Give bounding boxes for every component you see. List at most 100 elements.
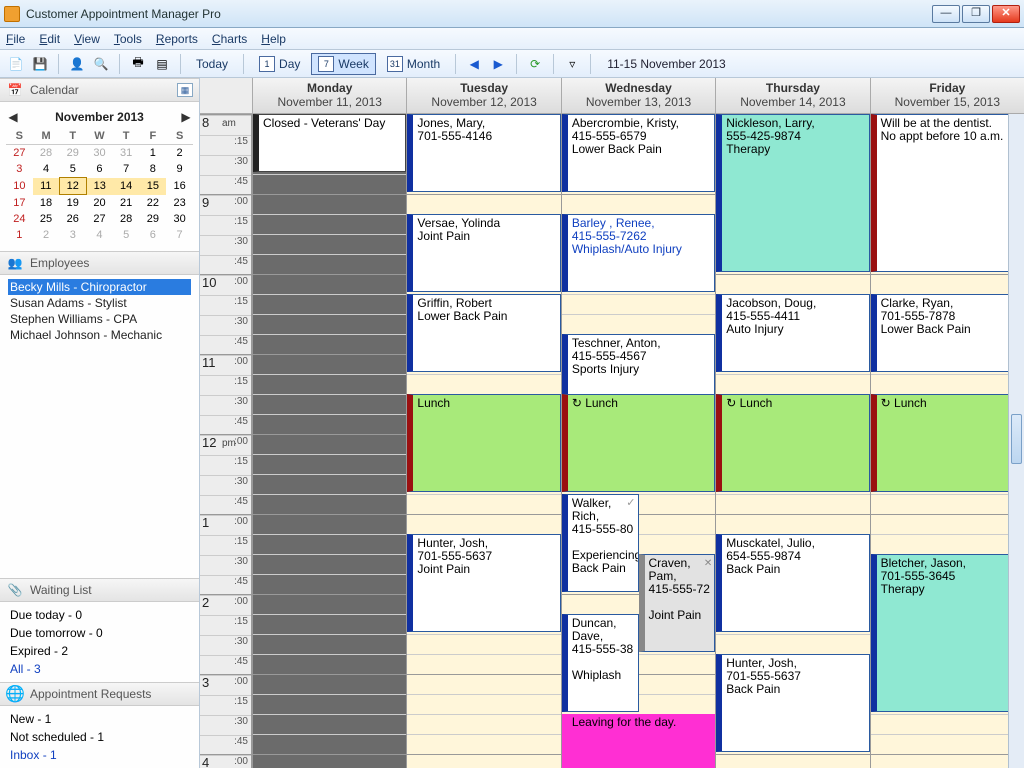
calendar-day[interactable]: 5: [113, 227, 140, 243]
calendar-day[interactable]: 1: [6, 227, 33, 243]
appointment[interactable]: Closed - Veterans' Day: [253, 114, 406, 172]
day-view-button[interactable]: 1Day: [252, 53, 307, 75]
appointment[interactable]: Craven, Pam,415-555-72Joint Pain✕: [639, 554, 716, 652]
minimize-button[interactable]: —: [932, 5, 960, 23]
vertical-scrollbar[interactable]: [1008, 114, 1024, 768]
appointment[interactable]: Abercrombie, Kristy,415-555-6579Lower Ba…: [562, 114, 715, 192]
calendar-day[interactable]: 13: [86, 178, 113, 195]
employee-item[interactable]: Stephen Williams - CPA: [8, 311, 191, 327]
calendar-day[interactable]: 8: [140, 161, 167, 178]
waiting-all[interactable]: All - 3: [10, 660, 189, 678]
appointment[interactable]: Jones, Mary,701-555-4146: [407, 114, 560, 192]
calendar-day[interactable]: 30: [166, 211, 193, 227]
save-icon[interactable]: 💾: [30, 54, 50, 74]
waiting-due-today[interactable]: Due today - 0: [10, 606, 189, 624]
new-appointment-icon[interactable]: 📄: [6, 54, 26, 74]
calendar-day[interactable]: 6: [140, 227, 167, 243]
calendar-day[interactable]: 5: [59, 161, 86, 178]
calendar-day[interactable]: 16: [166, 178, 193, 195]
employee-item[interactable]: Susan Adams - Stylist: [8, 295, 191, 311]
day-header-mon[interactable]: MondayNovember 11, 2013: [252, 78, 406, 113]
close-icon[interactable]: ✕: [704, 557, 712, 570]
appointment[interactable]: ↻ Lunch: [871, 394, 1024, 492]
menu-view[interactable]: View: [74, 32, 100, 46]
calendar-day[interactable]: 24: [6, 211, 33, 227]
appointment[interactable]: ↻ Lunch: [716, 394, 869, 492]
calendar-day[interactable]: 10: [6, 178, 33, 195]
menu-reports[interactable]: Reports: [156, 32, 198, 46]
calendar-day[interactable]: 4: [33, 161, 60, 178]
employee-item[interactable]: Michael Johnson - Mechanic: [8, 327, 191, 343]
panel-toggle-icon[interactable]: ▦: [177, 83, 193, 97]
day-header-thu[interactable]: ThursdayNovember 14, 2013: [715, 78, 869, 113]
calendar-day[interactable]: 18: [33, 195, 60, 212]
appointment[interactable]: Leaving for the day.: [562, 714, 715, 768]
calendar-day[interactable]: 3: [6, 161, 33, 178]
calendar-day[interactable]: 14: [113, 178, 140, 195]
list-icon[interactable]: ▤: [152, 54, 172, 74]
appointment[interactable]: Walker, Rich,415-555-80Experiencing Back…: [562, 494, 639, 592]
calendar-day[interactable]: 11: [33, 178, 60, 195]
appointment[interactable]: Versae, YolindaJoint Pain: [407, 214, 560, 292]
calendar-day[interactable]: 4: [86, 227, 113, 243]
appointment[interactable]: Bletcher, Jason,701-555-3645Therapy: [871, 554, 1024, 712]
appointment[interactable]: ↻ Lunch: [562, 394, 715, 492]
calendar-day[interactable]: 26: [59, 211, 86, 227]
calendar-day[interactable]: 29: [140, 211, 167, 227]
calendar-day[interactable]: 19: [59, 195, 86, 212]
find-icon[interactable]: 🔍: [91, 54, 111, 74]
menu-charts[interactable]: Charts: [212, 32, 247, 46]
appointment[interactable]: Duncan, Dave,415-555-38Whiplash: [562, 614, 639, 712]
calendar-day[interactable]: 2: [33, 227, 60, 243]
requests-inbox[interactable]: Inbox - 1: [10, 746, 189, 764]
calendar-day[interactable]: 9: [166, 161, 193, 178]
day-col-thursday[interactable]: Nickleson, Larry,555-425-9874TherapyJaco…: [715, 114, 869, 768]
day-header-wed[interactable]: WednesdayNovember 13, 2013: [561, 78, 715, 113]
appointment[interactable]: Clarke, Ryan,701-555-7878Lower Back Pain: [871, 294, 1024, 372]
calendar-day[interactable]: 29: [59, 145, 86, 162]
scrollbar-thumb[interactable]: [1011, 414, 1022, 464]
menu-tools[interactable]: Tools: [114, 32, 142, 46]
calendar-day[interactable]: 21: [113, 195, 140, 212]
day-col-friday[interactable]: Will be at the dentist.No appt before 10…: [870, 114, 1024, 768]
calendar-day[interactable]: 15: [140, 178, 167, 195]
appointment[interactable]: Griffin, RobertLower Back Pain: [407, 294, 560, 372]
waiting-expired[interactable]: Expired - 2: [10, 642, 189, 660]
menu-file[interactable]: File: [6, 32, 25, 46]
calendar-day[interactable]: 28: [33, 145, 60, 162]
waiting-list-panel-header[interactable]: Waiting List: [0, 578, 199, 602]
today-button[interactable]: Today: [189, 53, 235, 75]
day-col-tuesday[interactable]: Jones, Mary,701-555-4146 Versae, YolindaJ…: [406, 114, 560, 768]
calendar-day[interactable]: 27: [86, 211, 113, 227]
day-header-fri[interactable]: FridayNovember 15, 2013: [870, 78, 1024, 113]
calendar-day[interactable]: 7: [113, 161, 140, 178]
requests-panel-header[interactable]: Appointment Requests: [0, 682, 199, 706]
appointment[interactable]: Hunter, Josh,701-555-5637Back Pain: [716, 654, 869, 752]
calendar-day[interactable]: 12: [59, 178, 86, 195]
calendar-day[interactable]: 7: [166, 227, 193, 243]
appointment[interactable]: Hunter, Josh,701-555-5637Joint Pain: [407, 534, 560, 632]
appointment[interactable]: Barley , Renee,415-555-7262Whiplash/Auto…: [562, 214, 715, 292]
requests-new[interactable]: New - 1: [10, 710, 189, 728]
filter-icon[interactable]: ▿: [562, 54, 582, 74]
day-header-tue[interactable]: TuesdayNovember 12, 2013: [406, 78, 560, 113]
appointment[interactable]: Nickleson, Larry,555-425-9874Therapy: [716, 114, 869, 272]
calendar-day[interactable]: 1: [140, 145, 167, 162]
calendar-panel-header[interactable]: Calendar ▦: [0, 78, 199, 102]
next-month-icon[interactable]: ▶: [179, 110, 193, 124]
calendar-day[interactable]: 6: [86, 161, 113, 178]
mini-calendar-grid[interactable]: SMTWTFS 27282930311234567891011121314151…: [6, 128, 193, 243]
print-icon[interactable]: 🖶: [128, 54, 148, 74]
waiting-due-tomorrow[interactable]: Due tomorrow - 0: [10, 624, 189, 642]
employees-panel-header[interactable]: Employees: [0, 251, 199, 275]
calendar-day[interactable]: 17: [6, 195, 33, 212]
refresh-icon[interactable]: ⟳: [525, 54, 545, 74]
calendar-day[interactable]: 27: [6, 145, 33, 162]
appointment[interactable]: Will be at the dentist.No appt before 10…: [871, 114, 1024, 272]
next-icon[interactable]: ▶: [488, 54, 508, 74]
calendar-day[interactable]: 20: [86, 195, 113, 212]
maximize-button[interactable]: ❐: [962, 5, 990, 23]
calendar-day[interactable]: 22: [140, 195, 167, 212]
month-view-button[interactable]: 31Month: [380, 53, 447, 75]
appointment[interactable]: Musckatel, Julio,654-555-9874Back Pain: [716, 534, 869, 632]
